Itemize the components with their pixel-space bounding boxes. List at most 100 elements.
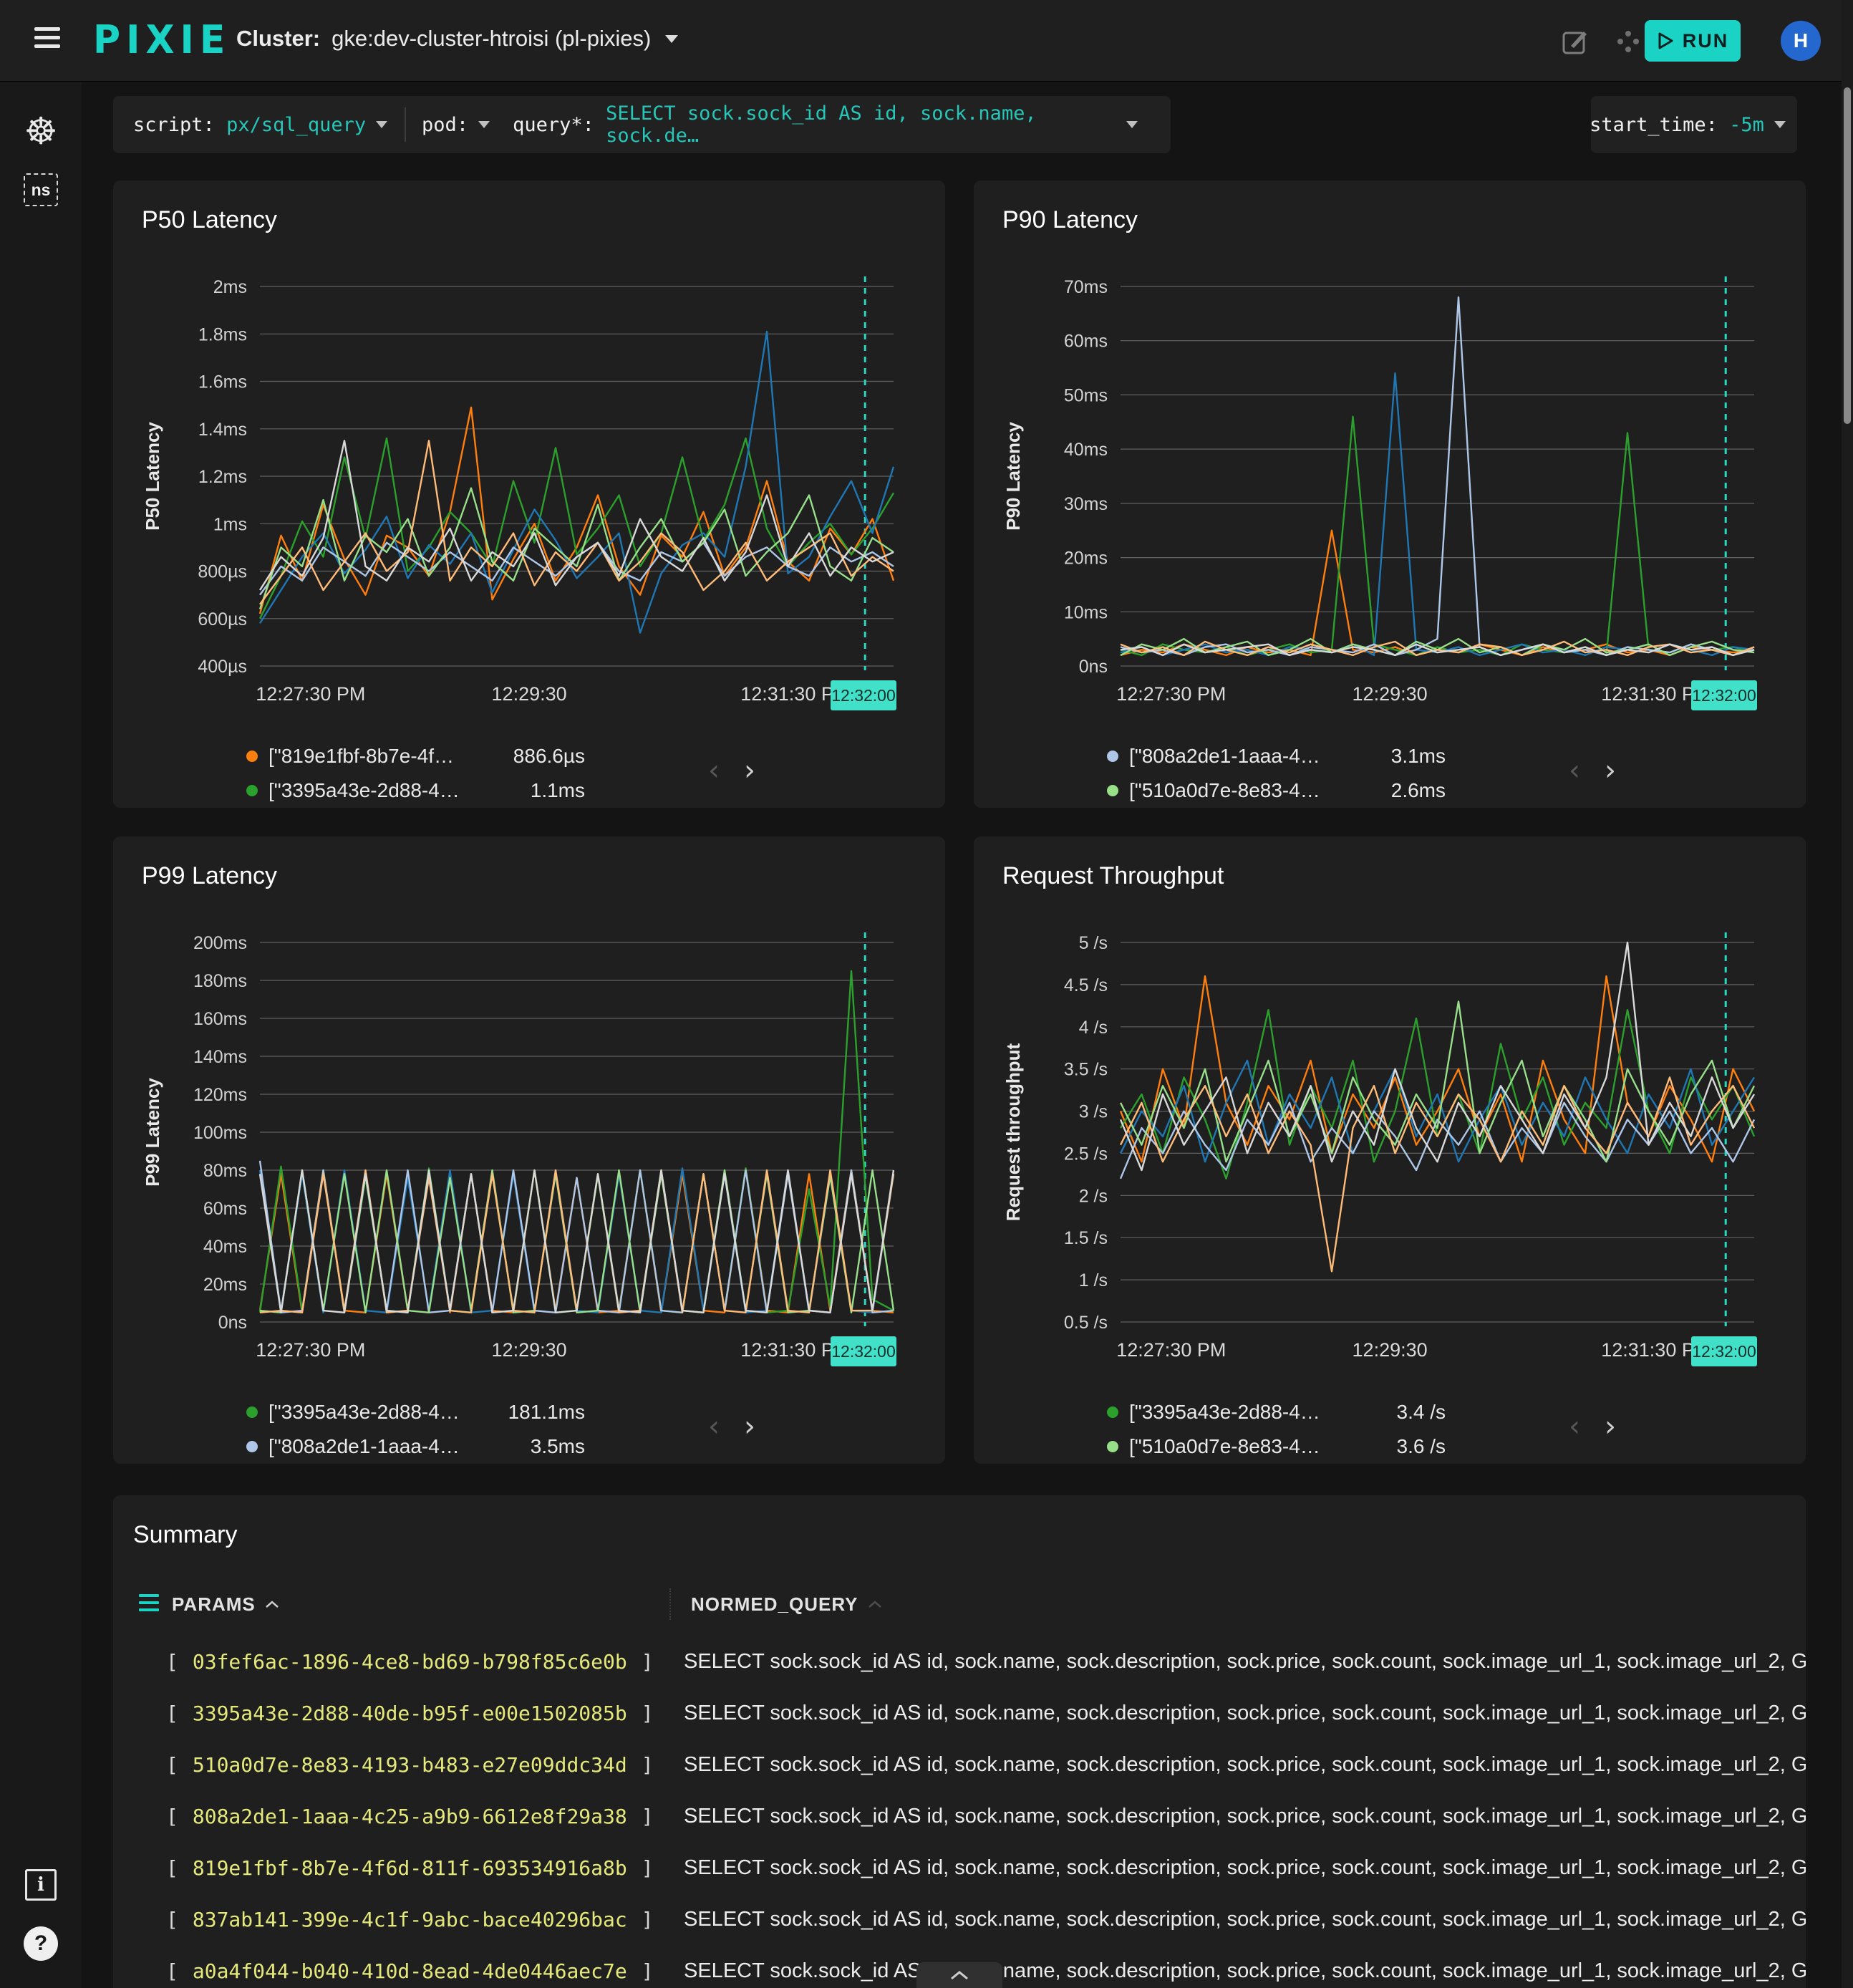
table-row: [808a2de1-1aaa-4c25-a9b9-6612e8f29a38] SE…: [113, 1790, 1806, 1842]
series-name: ["819e1fbf-8b7e-4f…: [268, 745, 454, 767]
legend-item[interactable]: ["819e1fbf-8b7e-4f… 886.6µs: [246, 739, 916, 773]
svg-text:20ms: 20ms: [203, 1275, 247, 1295]
request-throughput-chart[interactable]: 5 /s 4.5 /s 4 /s 3.5 /s 3 /s 2.5 /s 2 /s 1.5 /s…: [974, 836, 1806, 1464]
namespaces-icon[interactable]: ns: [0, 173, 82, 206]
page-scrollbar[interactable]: [1842, 0, 1853, 1988]
svg-text:12:32:00: 12:32:00: [831, 1342, 896, 1361]
svg-text:12:29:30: 12:29:30: [492, 1339, 567, 1361]
svg-text:800µs: 800µs: [198, 562, 247, 582]
query-value-dropdown[interactable]: SELECT sock.sock_id AS id, sock.name, so…: [606, 102, 1116, 147]
legend-item[interactable]: ["808a2de1-1aaa-4… 3.1ms: [1107, 739, 1777, 773]
svg-text:2 /s: 2 /s: [1079, 1186, 1108, 1206]
cluster-selector[interactable]: Cluster: gke:dev-cluster-htroisi (pl-pix…: [236, 26, 679, 52]
series-value: 1.1ms: [530, 779, 585, 801]
svg-text:50ms: 50ms: [1064, 385, 1108, 405]
edit-script-icon[interactable]: [1559, 26, 1591, 57]
column-header-params[interactable]: PARAMS: [172, 1593, 280, 1616]
param-cell[interactable]: [510a0d7e-8e83-4193-b483-e27e09ddc34d]: [166, 1753, 684, 1777]
normed-query-cell: SELECT sock.sock_id AS id, sock.name, so…: [684, 1701, 1806, 1724]
legend-prev-icon[interactable]: ‹: [1569, 1404, 1580, 1449]
normed-query-cell: SELECT sock.sock_id AS id, sock.name, so…: [684, 1856, 1806, 1879]
svg-text:0ns: 0ns: [218, 1313, 247, 1333]
legend-next-icon[interactable]: ›: [744, 1404, 755, 1449]
legend-next-icon[interactable]: ›: [1605, 1404, 1616, 1449]
series-dot: [1107, 751, 1118, 762]
svg-text:1 /s: 1 /s: [1079, 1270, 1108, 1290]
scrollbar-thumb[interactable]: [1844, 87, 1851, 424]
param-cell[interactable]: [837ab141-399e-4c1f-9abc-bace40296bac]: [166, 1908, 684, 1931]
avatar[interactable]: H: [1781, 21, 1821, 61]
legend-item[interactable]: ["3395a43e-2d88-4… 1.1ms: [246, 773, 916, 808]
p50-latency-chart[interactable]: 2ms 1.8ms 1.6ms 1.4ms 1.2ms 1ms 800µs 600µs 400µ…: [113, 180, 945, 808]
info-icon[interactable]: i: [0, 1869, 82, 1901]
table-header: PARAMS NORMED_QUERY: [113, 1584, 1806, 1624]
svg-text:1.2ms: 1.2ms: [198, 467, 247, 487]
cluster-wheel-icon[interactable]: ☸: [0, 110, 82, 153]
svg-text:12:32:00: 12:32:00: [831, 686, 896, 705]
svg-text:5 /s: 5 /s: [1079, 933, 1108, 953]
series-name: ["808a2de1-1aaa-4…: [268, 1435, 460, 1457]
column-header-normed-query[interactable]: NORMED_QUERY: [691, 1593, 883, 1616]
start-time-selector[interactable]: start_time: -5m: [1590, 96, 1797, 153]
chevron-down-icon: [665, 34, 679, 43]
pixie-logo[interactable]: PIXIE: [93, 18, 231, 63]
columns-menu-icon[interactable]: [139, 1594, 160, 1616]
legend-next-icon[interactable]: ›: [744, 748, 755, 793]
legend-item[interactable]: ["510a0d7e-8e83-4… 2.6ms: [1107, 773, 1777, 808]
svg-text:4 /s: 4 /s: [1079, 1018, 1108, 1038]
legend-item[interactable]: ["510a0d7e-8e83-4… 3.6 /s: [1107, 1429, 1777, 1464]
svg-text:2ms: 2ms: [213, 277, 247, 297]
script-value-dropdown[interactable]: px/sql_query: [226, 114, 366, 136]
run-button[interactable]: RUN: [1645, 20, 1741, 62]
p99-latency-chart[interactable]: 200ms 180ms 160ms 140ms 120ms 100ms 80ms 60ms 40…: [113, 836, 945, 1464]
svg-text:40ms: 40ms: [203, 1237, 247, 1257]
help-icon[interactable]: ?: [0, 1926, 82, 1961]
svg-text:40ms: 40ms: [1064, 440, 1108, 460]
svg-text:10ms: 10ms: [1064, 602, 1108, 622]
play-icon: [1658, 32, 1673, 49]
legend-item[interactable]: ["808a2de1-1aaa-4… 3.5ms: [246, 1429, 916, 1464]
param-uuid: 3395a43e-2d88-40de-b95f-e00e1502085b: [192, 1701, 627, 1725]
legend-item[interactable]: ["3395a43e-2d88-4… 3.4 /s: [1107, 1395, 1777, 1429]
data-drawer-toggle[interactable]: [916, 1962, 1002, 1988]
svg-text:12:27:30 PM: 12:27:30 PM: [1116, 683, 1226, 705]
param-cell[interactable]: [3395a43e-2d88-40de-b95f-e00e1502085b]: [166, 1702, 684, 1725]
series-dot: [246, 785, 258, 796]
sidebar: ☸ ns i ?: [0, 82, 82, 1988]
series-value: 3.1ms: [1390, 745, 1446, 767]
param-cell[interactable]: [808a2de1-1aaa-4c25-a9b9-6612e8f29a38]: [166, 1805, 684, 1828]
series-dot: [246, 751, 258, 762]
legend-prev-icon[interactable]: ‹: [708, 748, 720, 793]
y-axis-label: Request throughput: [1002, 1043, 1024, 1222]
legend-prev-icon[interactable]: ‹: [708, 1404, 720, 1449]
p90-latency-chart[interactable]: 70ms 60ms 50ms 40ms 30ms 20ms 10ms 0ns 12:27:30 …: [974, 180, 1806, 808]
svg-text:600µs: 600µs: [198, 609, 247, 629]
pixie-live-view: PIXIE Cluster: gke:dev-cluster-htroisi (…: [0, 0, 1853, 1988]
series-name: ["510a0d7e-8e83-4…: [1129, 1435, 1320, 1457]
svg-text:180ms: 180ms: [193, 971, 247, 991]
summary-panel: Summary PARAMS NORMED_QUERY [03fef6ac-18…: [113, 1495, 1806, 1988]
svg-text:4.5 /s: 4.5 /s: [1064, 975, 1108, 995]
param-cell[interactable]: [03fef6ac-1896-4ce8-bd69-b798f85c6e0b]: [166, 1650, 684, 1674]
param-cell[interactable]: [819e1fbf-8b7e-4f6d-811f-693534916a8b]: [166, 1856, 684, 1880]
panel-title: P99 Latency: [142, 862, 278, 889]
panel-title: Request Throughput: [1002, 862, 1224, 889]
menu-icon[interactable]: [34, 27, 63, 54]
script-toolbar: script: px/sql_query pod: query*: SELECT…: [113, 96, 1171, 153]
legend: ["819e1fbf-8b7e-4f… 886.6µs ["3395a43e-2…: [246, 739, 916, 808]
commands-icon[interactable]: [1612, 26, 1644, 57]
y-axis-label: P90 Latency: [1002, 422, 1024, 531]
legend-prev-icon[interactable]: ‹: [1569, 748, 1580, 793]
svg-text:1.5 /s: 1.5 /s: [1064, 1228, 1108, 1248]
series-value: 2.6ms: [1390, 779, 1446, 801]
legend-item[interactable]: ["3395a43e-2d88-4… 181.1ms: [246, 1395, 916, 1429]
chevron-down-icon[interactable]: [376, 121, 388, 128]
chevron-down-icon[interactable]: [478, 121, 490, 128]
legend-next-icon[interactable]: ›: [1605, 748, 1616, 793]
series-value: 3.4 /s: [1396, 1401, 1446, 1423]
y-axis-label: P99 Latency: [142, 1078, 163, 1187]
svg-text:1.4ms: 1.4ms: [198, 420, 247, 440]
chevron-down-icon[interactable]: [1126, 121, 1138, 128]
param-cell[interactable]: [a0a4f044-b040-410d-8ead-4de0446aec7e]: [166, 1959, 684, 1983]
run-label: RUN: [1682, 29, 1729, 52]
